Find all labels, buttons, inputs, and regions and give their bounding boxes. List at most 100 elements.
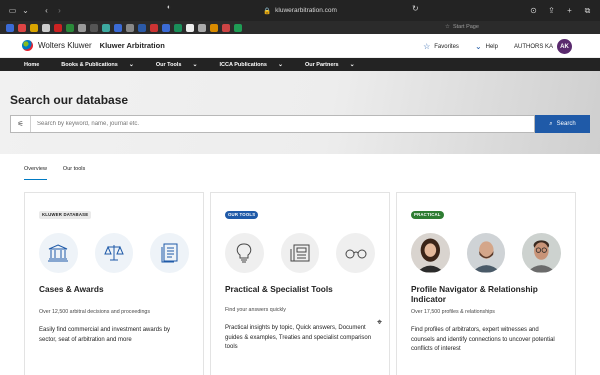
reload-icon[interactable]: ↻ [412,4,419,13]
url-text: kluwerarbitration.com [275,7,337,14]
bookmark-icon[interactable] [78,23,86,32]
mouse-cursor-icon: ⌖ [377,317,383,327]
card-subtitle: Find your answers quickly [225,307,286,313]
bookmark-icon[interactable] [234,23,242,32]
nav-label: Books & Publications [61,61,118,68]
nav-label: Our Partners [304,61,339,68]
favorites-link[interactable]: ☆ Favorites [423,42,459,51]
new-tab-icon[interactable]: + [563,4,576,17]
card-title[interactable]: Practical & Specialist Tools [225,284,375,294]
card-title[interactable]: Profile Navigator & Relationship Indicat… [411,284,561,304]
bookmark-icon[interactable] [126,23,134,32]
shield-icon[interactable]: ◐ [167,4,171,11]
search-row: ⚟ ⌕ Search [10,115,590,133]
bookmark-icon[interactable] [198,23,206,32]
tab-our-tools[interactable]: Our tools [63,166,85,180]
star-icon: ☆ [423,42,431,51]
nav-item-partners[interactable]: Our Partners ⌄ [304,61,355,69]
start-page-label: Start Page [452,24,479,30]
bookmark-icon[interactable] [210,23,218,32]
nav-item-our-tools[interactable]: Our Tools ⌄ [155,61,198,69]
glasses-icon [336,233,376,273]
bookmark-icon[interactable] [114,23,122,32]
page-title: Search our database [10,93,129,107]
avatar[interactable]: AK [557,39,572,54]
filter-icon[interactable]: ⚟ [11,116,31,132]
bookmark-icon[interactable] [90,23,98,32]
document-icon [150,233,190,273]
account-menu[interactable]: AUTHORS KA AK [514,39,572,54]
profile-photo-woman [411,233,450,273]
sidebar-toggle-icon[interactable]: ▭ [6,4,19,17]
nav-item-icca[interactable]: ICCA Publications ⌄ [219,61,283,69]
brand-name[interactable]: Wolters Kluwer [38,41,92,50]
chevron-down-icon: ⌄ [277,62,283,68]
nav-label: ICCA Publications [219,61,267,68]
search-input[interactable] [31,116,534,132]
chevron-down-icon: ⌄ [349,62,355,68]
bookmark-icon[interactable] [102,23,110,32]
wolters-kluwer-logo[interactable] [22,40,33,51]
card-title[interactable]: Cases & Awards [39,284,189,294]
address-bar[interactable]: 🔒 kluwerarbitration.com [230,4,370,17]
search-box: ⚟ [10,115,535,133]
bookmark-icon[interactable] [42,23,50,32]
favorites-label: Favorites [434,43,459,50]
youtube-icon[interactable] [54,23,62,32]
bookmark-icon[interactable] [30,23,38,32]
chevron-down-icon: ⌄ [128,62,134,68]
chevron-down-icon: ⌄ [474,42,482,51]
profile-photo-man-glasses [522,233,562,273]
tabs-overview-icon[interactable]: ⧉ [581,4,594,17]
search-icon: ⌕ [549,120,553,127]
main-nav: Home Books & Publications ⌄ Our Tools ⌄ IC… [0,58,600,71]
favorites-bar: ☆ Start Page [0,21,600,34]
nav-item-home[interactable]: Home [24,62,39,68]
card-profile-navigator[interactable]: PRACTICAL Profile Navigator & Relationsh… [396,192,576,375]
product-name[interactable]: Kluwer Arbitration [100,41,165,50]
bookmark-icon[interactable] [138,23,146,32]
card-badge: KLUWER DATABASE [39,210,92,219]
bookmark-icon[interactable] [66,23,74,32]
card-cases-awards[interactable]: KLUWER DATABASE Cases & Awards Over 12,5… [24,192,204,375]
account-name: AUTHORS KA [513,43,553,50]
browser-toolbar: ▭ ⌄ ‹ › 🔒 kluwerarbitration.com ↻ ◐ ⊙ ⇪ … [0,0,600,21]
hero-search: Search our database ⚟ ⌕ Search [0,71,600,154]
forward-icon[interactable]: › [53,4,66,17]
card-practical-tools[interactable]: OUR TOOLS Practical & Specialist Tools F… [210,192,390,375]
nav-label: Our Tools [155,61,182,68]
newspaper-icon [280,233,320,273]
feature-cards: KLUWER DATABASE Cases & Awards Over 12,5… [24,192,576,375]
chevron-down-icon[interactable]: ⌄ [19,4,32,17]
lightbulb-icon [225,233,264,273]
card-icons [39,233,190,273]
download-icon[interactable]: ⊙ [527,4,540,17]
gmail-icon[interactable] [18,23,26,32]
bookmark-icon[interactable] [162,23,170,32]
bookmark-icon[interactable] [186,23,194,32]
section-tabs: Overview Our tools [0,166,600,180]
bookmark-icon[interactable] [6,23,14,32]
card-icons [411,233,562,273]
card-badge: PRACTICAL [411,210,444,219]
bookmark-icon[interactable] [174,23,182,32]
tab-overview[interactable]: Overview [24,166,47,180]
site-header: Wolters Kluwer Kluwer Arbitration ☆ Favo… [0,34,600,58]
search-button-label: Search [556,121,576,127]
card-subtitle: Over 12,500 arbitral decisions and proce… [39,309,151,315]
chevron-down-icon: ⌄ [192,62,198,68]
nav-item-books[interactable]: Books & Publications ⌄ [61,61,134,69]
card-badge: OUR TOOLS [225,210,259,219]
share-icon[interactable]: ⇪ [545,4,558,17]
bookmark-icon[interactable] [222,23,230,32]
card-description: Easily find commercial and investment aw… [39,327,171,343]
back-icon[interactable]: ‹ [40,4,53,17]
scales-icon [94,233,134,273]
start-page-tab[interactable]: ☆ Start Page [445,24,479,30]
card-icons [225,233,376,273]
search-button[interactable]: ⌕ Search [535,115,590,133]
bookmark-icon[interactable] [150,23,158,32]
help-menu[interactable]: ⌄ Help [475,42,498,51]
card-description: Find profiles of arbitrators, expert wit… [411,327,555,352]
star-icon: ☆ [445,24,450,30]
